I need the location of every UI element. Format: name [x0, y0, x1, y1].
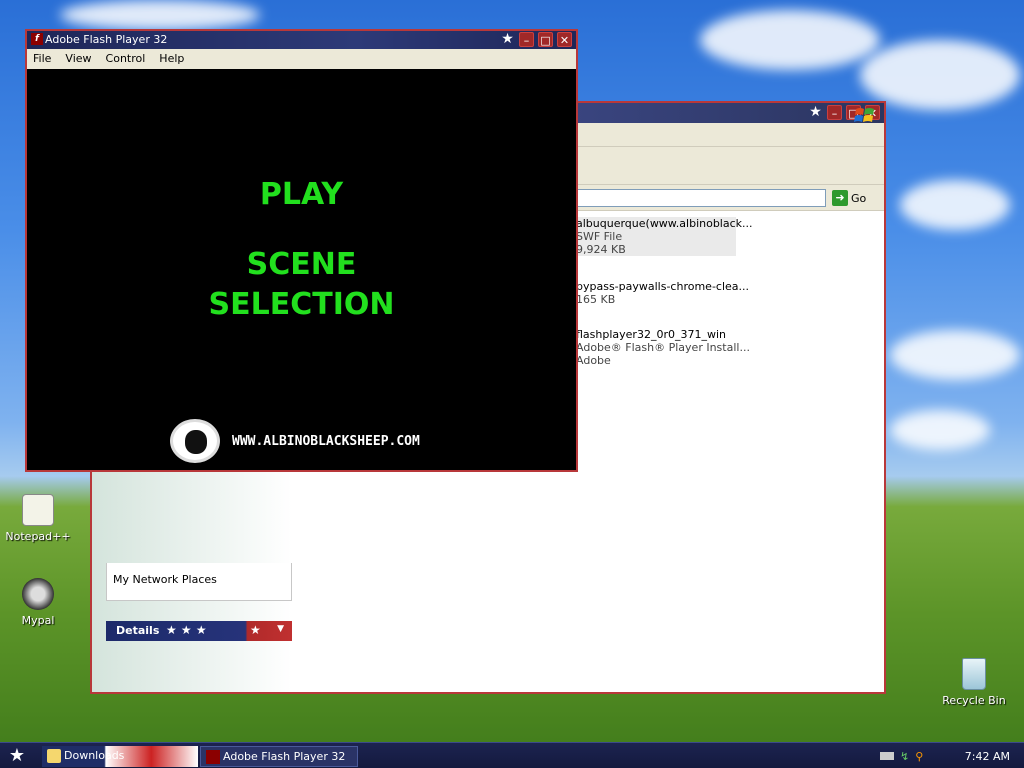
mypal-icon — [22, 578, 54, 610]
file-size: 165 KB — [576, 293, 616, 306]
file-size: 9,924 KB — [576, 243, 626, 256]
file-item[interactable]: flashplayer32_0r0_371_win Adobe® Flash® … — [576, 328, 876, 367]
folder-icon — [47, 749, 61, 763]
flash-player-window[interactable]: f Adobe Flash Player 32 ★ – □ ✕ File Vie… — [25, 29, 578, 472]
go-button[interactable]: ➜ Go — [832, 188, 876, 208]
desktop-icon-label: Recycle Bin — [942, 694, 1006, 707]
file-list: albuquerque(www.albinoblack... SWF File … — [576, 217, 876, 381]
network-places-link[interactable]: My Network Places — [113, 573, 217, 586]
desktop-icon-label: Mypal — [21, 614, 55, 627]
window-title: Adobe Flash Player 32 — [45, 33, 168, 46]
cloud — [890, 330, 1020, 380]
recycle-bin-icon — [962, 658, 986, 690]
scene-selection-button-line1[interactable]: SCENE — [27, 247, 576, 282]
flash-app-icon: f — [31, 33, 43, 45]
cloud — [700, 10, 880, 70]
menu-view[interactable]: View — [65, 52, 91, 69]
task-label: Adobe Flash Player 32 — [223, 750, 346, 763]
star-icon: ★ — [809, 104, 822, 120]
file-description: Adobe® Flash® Player Install... — [576, 341, 750, 354]
details-header[interactable]: Details ★ ★ ★ ★ ▼ — [106, 621, 292, 641]
go-label: Go — [851, 191, 867, 205]
keyboard-icon[interactable] — [880, 752, 894, 760]
menu-control[interactable]: Control — [106, 52, 146, 69]
notepadpp-icon — [22, 494, 54, 526]
minimize-button[interactable]: – — [827, 105, 842, 120]
other-places-box: My Network Places — [106, 563, 292, 601]
file-item[interactable]: albuquerque(www.albinoblack... SWF File … — [576, 217, 753, 256]
desktop-icon-recycle-bin[interactable]: Recycle Bin — [936, 658, 1012, 707]
cloud — [900, 180, 1010, 230]
cloud — [890, 410, 990, 450]
details-label: Details — [116, 624, 160, 637]
scene-selection-button-line2[interactable]: SELECTION — [27, 287, 576, 322]
desktop-icon-notepadpp[interactable]: Notepad++ — [0, 494, 76, 543]
network-icon[interactable]: ↯ — [900, 750, 909, 763]
task-flash-player[interactable]: Adobe Flash Player 32 — [200, 746, 358, 767]
maximize-button[interactable]: □ — [538, 32, 553, 47]
system-tray: ↯ ⚲ 7:42 AM — [874, 743, 1024, 768]
flash-menubar: File View Control Help — [27, 49, 576, 69]
menu-file[interactable]: File — [33, 52, 51, 69]
flash-stage[interactable]: PLAY SCENE SELECTION WWW.ALBINOBLACKSHEE… — [27, 69, 576, 470]
search-icon[interactable]: ⚲ — [915, 750, 923, 763]
arrow-right-icon: ➜ — [832, 190, 848, 206]
file-name: bypass-paywalls-chrome-clea... — [576, 280, 750, 293]
flash-titlebar[interactable]: f Adobe Flash Player 32 ★ – □ ✕ — [27, 31, 576, 49]
desktop-icon-mypal[interactable]: Mypal — [0, 578, 76, 627]
flash-app-icon — [206, 750, 220, 764]
site-url: WWW.ALBINOBLACKSHEEP.COM — [232, 433, 420, 449]
desktop-icon-label: Notepad++ — [5, 530, 71, 543]
windows-flag-icon — [854, 108, 874, 122]
star-icon: ★ — [501, 31, 514, 47]
black-sheep-logo-icon — [170, 419, 220, 463]
cloud — [60, 0, 260, 30]
clock[interactable]: 7:42 AM — [965, 750, 1010, 763]
start-button[interactable]: ★ — [6, 746, 28, 766]
site-logo: WWW.ALBINOBLACKSHEEP.COM — [170, 419, 420, 463]
minimize-button[interactable]: – — [519, 32, 534, 47]
close-button[interactable]: ✕ — [557, 32, 572, 47]
taskbar: ★ Downloads Adobe Flash Player 32 ↯ ⚲ 7:… — [0, 742, 1024, 768]
file-name: flashplayer32_0r0_371_win — [576, 328, 726, 341]
chevron-down-icon: ▼ — [277, 624, 284, 634]
star-icon: ★ — [250, 623, 261, 637]
file-item[interactable]: bypass-paywalls-chrome-clea... 165 KB — [576, 280, 876, 306]
menu-help[interactable]: Help — [159, 52, 184, 69]
address-input[interactable] — [576, 189, 826, 207]
window-controls: ★ – □ ✕ — [500, 32, 572, 47]
cloud — [860, 40, 1020, 110]
star-icon: ★ ★ ★ — [166, 623, 207, 637]
file-name: albuquerque(www.albinoblack... — [576, 217, 753, 230]
file-type: SWF File — [576, 230, 623, 243]
task-label: Downloads — [64, 749, 125, 762]
play-button[interactable]: PLAY — [27, 177, 576, 212]
task-downloads[interactable]: Downloads — [42, 746, 198, 767]
file-company: Adobe — [576, 354, 611, 367]
